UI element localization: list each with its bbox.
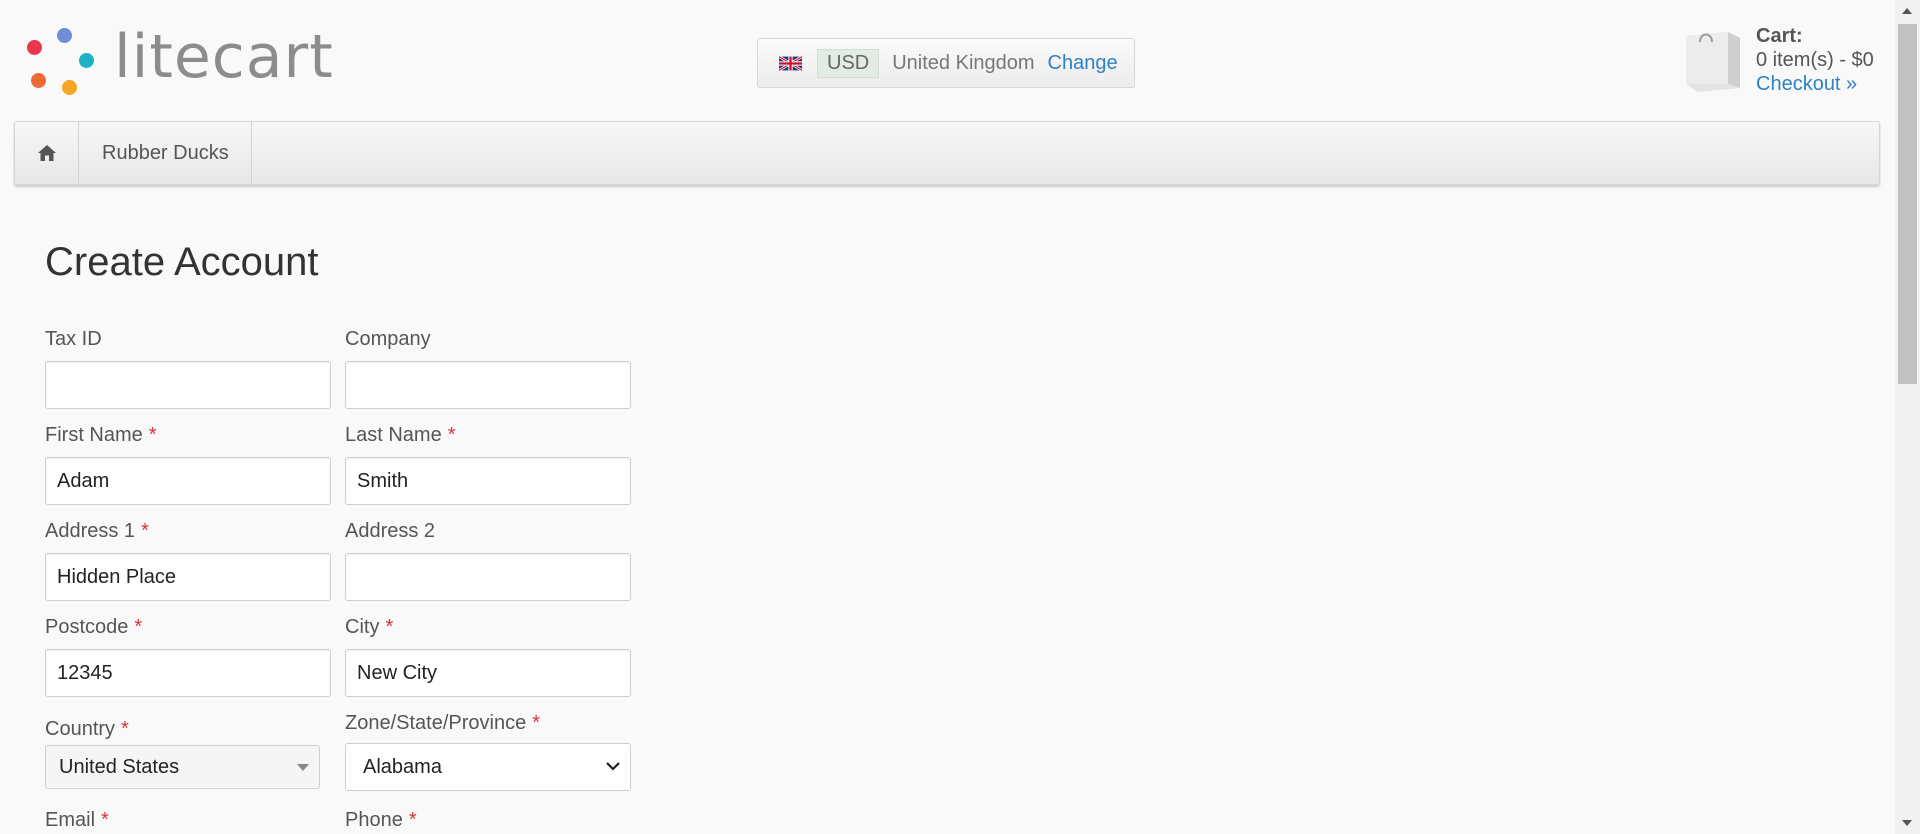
logo-dot	[31, 73, 46, 88]
email-field: Email *	[45, 808, 331, 832]
required-marker: *	[141, 520, 149, 542]
home-button[interactable]	[15, 122, 79, 184]
city-label: City *	[345, 616, 394, 638]
zone-label: Zone/State/Province *	[345, 712, 541, 734]
shopping-bag-icon	[1686, 32, 1740, 92]
nav-item-rubber-ducks[interactable]: Rubber Ducks	[79, 122, 252, 184]
phone-label: Phone *	[345, 809, 417, 831]
cart-label: Cart:	[1756, 25, 1803, 47]
chevron-down-icon	[606, 762, 620, 771]
page-title: Create Account	[45, 240, 319, 284]
city-field: City *	[345, 615, 631, 697]
tax-id-field: Tax ID	[45, 327, 331, 409]
zone-field: Zone/State/Province * Alabama	[345, 711, 631, 791]
required-marker: *	[134, 616, 143, 638]
postcode-label: Postcode *	[45, 616, 143, 638]
required-marker: *	[408, 809, 417, 831]
scroll-down-icon[interactable]	[1902, 820, 1912, 826]
logo-dot	[79, 53, 94, 68]
scroll-up-icon[interactable]	[1902, 8, 1912, 14]
checkout-link[interactable]: Checkout »	[1756, 73, 1857, 96]
main-navigation: Rubber Ducks	[14, 121, 1880, 185]
address2-input[interactable]	[345, 553, 631, 601]
address2-label: Address 2	[345, 520, 436, 542]
phone-field: Phone *	[345, 808, 631, 832]
address1-input[interactable]	[45, 553, 331, 601]
first-name-label: First Name *	[45, 424, 157, 446]
company-label: Company	[345, 328, 431, 350]
cart-widget[interactable]: Cart: 0 item(s) - $0 Checkout »	[1682, 25, 1882, 95]
logo-dots-icon	[24, 25, 102, 97]
address1-label: Address 1 *	[45, 520, 149, 542]
required-marker: *	[532, 712, 541, 734]
postcode-field: Postcode *	[45, 615, 331, 697]
city-input[interactable]	[345, 649, 631, 697]
country-name: United Kingdom	[892, 51, 1035, 74]
last-name-field: Last Name *	[345, 423, 631, 505]
required-marker: *	[385, 616, 394, 638]
caret-down-icon	[297, 764, 309, 771]
logo-wordmark: litecart	[114, 22, 334, 92]
last-name-input[interactable]	[345, 457, 631, 505]
tax-id-label: Tax ID	[45, 328, 102, 350]
uk-flag-icon	[779, 54, 802, 72]
site-logo[interactable]: litecart	[24, 22, 344, 97]
country-select-value: United States	[59, 756, 180, 778]
logo-dot	[27, 40, 42, 55]
required-marker: *	[101, 809, 109, 831]
change-region-link[interactable]: Change	[1048, 52, 1118, 75]
country-label: Country *	[45, 718, 129, 740]
required-marker: *	[447, 424, 456, 446]
zone-select-value: Alabama	[363, 756, 442, 778]
address2-field: Address 2	[345, 519, 631, 601]
tax-id-input[interactable]	[45, 361, 331, 409]
scrollbar-thumb[interactable]	[1898, 24, 1917, 384]
zone-select[interactable]: Alabama	[345, 743, 631, 791]
home-icon	[37, 145, 56, 161]
company-input[interactable]	[345, 361, 631, 409]
email-label: Email *	[45, 809, 109, 831]
region-selector[interactable]: USD United Kingdom Change	[757, 38, 1135, 88]
company-field: Company	[345, 327, 631, 409]
last-name-label: Last Name *	[345, 424, 456, 446]
page-scrollbar[interactable]	[1895, 0, 1920, 834]
first-name-field: First Name *	[45, 423, 331, 505]
logo-dot	[62, 80, 77, 95]
required-marker: *	[121, 718, 129, 740]
country-field: Country * United States	[45, 717, 331, 789]
currency-code: USD	[817, 48, 880, 78]
address1-field: Address 1 *	[45, 519, 331, 601]
logo-dot	[57, 28, 72, 43]
first-name-input[interactable]	[45, 457, 331, 505]
cart-summary: 0 item(s) - $0	[1756, 49, 1874, 71]
country-select[interactable]: United States	[45, 745, 320, 789]
required-marker: *	[148, 424, 157, 446]
postcode-input[interactable]	[45, 649, 331, 697]
